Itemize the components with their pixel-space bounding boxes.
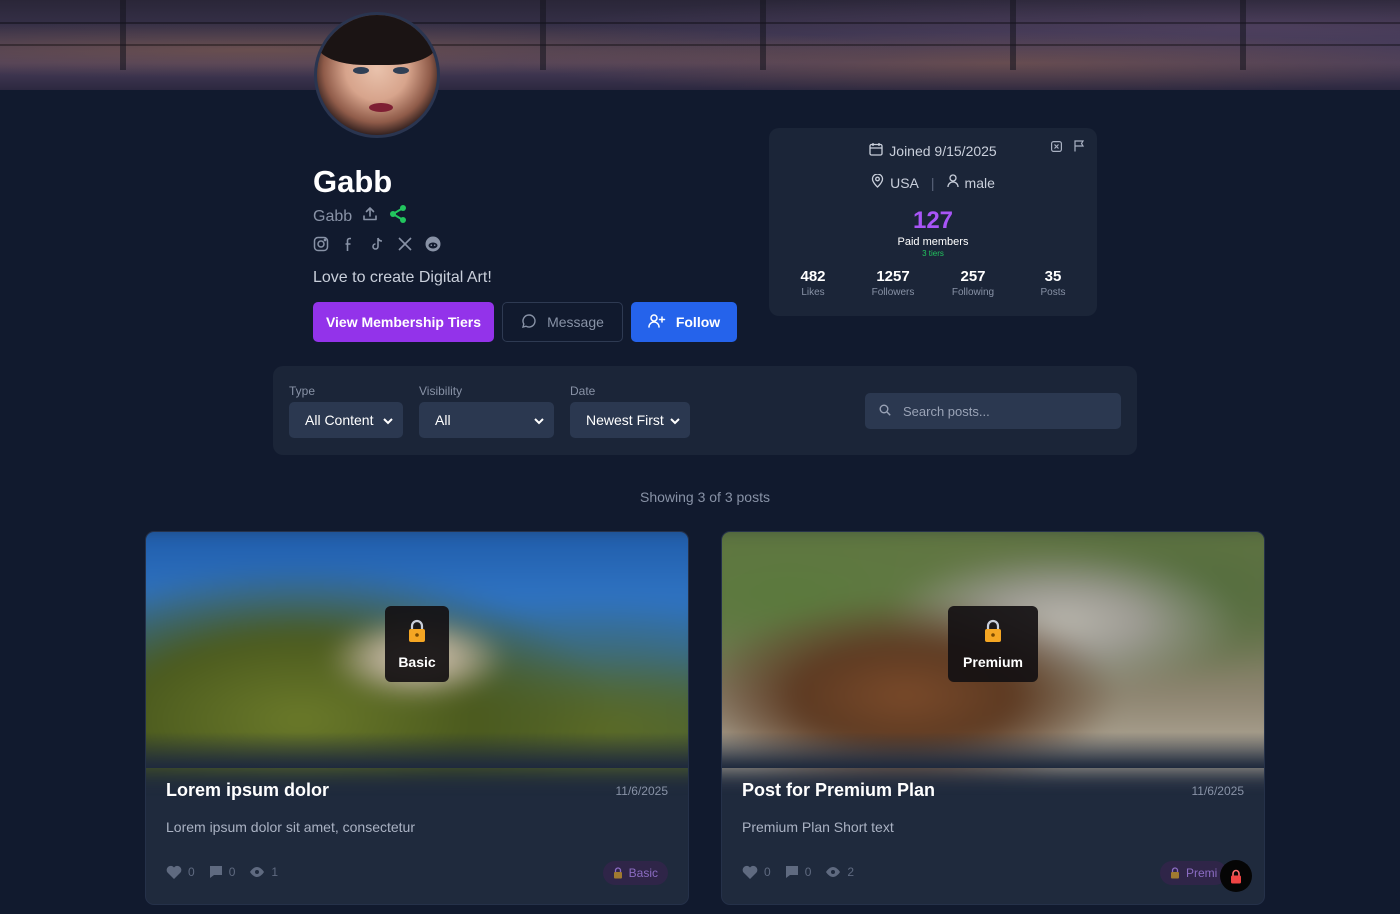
tier-pill-label: Premi: [1186, 866, 1218, 880]
tier-pill: Basic: [602, 861, 668, 885]
search-input[interactable]: Search posts...: [865, 393, 1121, 429]
lock-tier-label: Premium: [963, 653, 1023, 670]
comment-button[interactable]: 0: [209, 865, 236, 879]
avatar[interactable]: [314, 12, 440, 138]
tier-pill: Premi: [1160, 861, 1228, 885]
chevron-down-icon: [383, 412, 393, 428]
locked-badge: Basic: [385, 606, 449, 682]
eye-icon: [826, 867, 841, 877]
view-membership-tiers-button[interactable]: View Membership Tiers: [313, 302, 494, 342]
type-select-value: All Content: [305, 412, 374, 428]
joined-date: Joined 9/15/2025: [889, 142, 997, 159]
floating-lock-button[interactable]: [1220, 860, 1252, 892]
lock-icon: [1231, 869, 1241, 883]
gender: male: [964, 174, 995, 191]
visibility-select-value: All: [435, 412, 451, 428]
location-gender-row: USA | male: [769, 173, 1097, 191]
comment-count: 0: [228, 865, 236, 879]
lock-icon: [1171, 867, 1179, 879]
stat-following[interactable]: 257 Following: [933, 268, 1013, 298]
comment-icon: [209, 866, 222, 878]
like-count: 0: [188, 865, 195, 879]
post-date: 11/6/2025: [615, 784, 669, 798]
message-icon: [521, 313, 537, 332]
lock-icon: [613, 867, 622, 879]
user-plus-icon: [648, 313, 666, 332]
chevron-down-icon: [670, 412, 680, 428]
separator: |: [930, 174, 935, 191]
follow-button-label: Follow: [675, 314, 721, 330]
follow-button[interactable]: Follow: [631, 302, 737, 342]
type-filter-label: Type: [289, 384, 316, 398]
search-icon: [879, 404, 891, 419]
stat-followers[interactable]: 1257 Followers: [853, 268, 933, 298]
like-button[interactable]: 0: [166, 865, 195, 879]
post-title[interactable]: Lorem ipsum dolor: [166, 780, 329, 801]
comment-count: 0: [804, 865, 812, 879]
heart-icon: [166, 865, 182, 879]
joined-row: Joined 9/15/2025: [769, 142, 1097, 159]
post-title[interactable]: Post for Premium Plan: [742, 780, 935, 801]
stat-posts: 35 Posts: [1040, 268, 1066, 298]
date-select[interactable]: Newest First: [570, 402, 690, 438]
date-select-value: Newest First: [586, 412, 664, 428]
message-button-label: Message: [547, 314, 604, 330]
post-card[interactable]: Basic Lorem ipsum dolor 11/6/2025 Lorem …: [145, 531, 689, 905]
stat-likes: 482 Likes: [800, 268, 826, 298]
paid-members-count: 127: [912, 207, 954, 234]
comment-button[interactable]: 0: [785, 865, 812, 879]
search-placeholder: Search posts...: [903, 403, 990, 419]
cover-banner: [0, 0, 1400, 90]
map-pin-icon: [871, 173, 884, 191]
profile-handle: Gabb: [313, 207, 353, 225]
facebook-icon[interactable]: [341, 236, 357, 257]
visibility-select[interactable]: All: [419, 402, 554, 438]
user-icon: [946, 174, 959, 191]
country: USA: [890, 174, 919, 191]
post-meta: 0 0 1: [166, 865, 278, 879]
view-count: 2: [847, 865, 855, 879]
share-icon[interactable]: [388, 204, 408, 229]
like-button[interactable]: 0: [742, 865, 771, 879]
tier-pill-label: Basic: [628, 866, 658, 880]
like-count: 0: [764, 865, 771, 879]
tiktok-icon[interactable]: [369, 236, 385, 257]
lock-tier-label: Basic: [398, 653, 436, 670]
calendar-icon: [869, 142, 883, 159]
profile-stats-card: Joined 9/15/2025 USA | male 127 Paid mem…: [769, 128, 1097, 316]
social-links: [313, 236, 441, 257]
post-excerpt: Lorem ipsum dolor sit amet, consectetur: [166, 819, 415, 835]
post-count-text: Showing 3 of 3 posts: [640, 489, 770, 505]
chevron-down-icon: [534, 412, 544, 428]
paid-members-label: Paid members: [897, 236, 969, 248]
post-excerpt: Premium Plan Short text: [742, 819, 894, 835]
lock-icon: [983, 619, 1003, 646]
post-date: 11/6/2025: [1191, 784, 1245, 798]
visibility-filter-label: Visibility: [419, 384, 463, 398]
type-select[interactable]: All Content: [289, 402, 403, 438]
comment-icon: [785, 866, 798, 878]
reddit-icon[interactable]: [425, 236, 441, 257]
lock-icon: [407, 619, 427, 646]
eye-icon: [250, 867, 265, 877]
profile-name: Gabb: [313, 164, 393, 199]
filter-bar: Type All Content Visibility All Date New…: [273, 366, 1137, 455]
upload-icon[interactable]: [362, 206, 378, 227]
heart-icon: [742, 865, 758, 879]
tiers-count-label: 3 tiers: [922, 249, 944, 258]
x-icon[interactable]: [397, 236, 413, 257]
date-filter-label: Date: [570, 384, 596, 398]
post-meta: 0 0 2: [742, 865, 854, 879]
message-button[interactable]: Message: [502, 302, 623, 342]
locked-badge: Premium: [948, 606, 1038, 682]
views: 1: [249, 865, 278, 879]
handle-row: Gabb: [313, 204, 408, 229]
view-count: 1: [271, 865, 279, 879]
profile-bio: Love to create Digital Art!: [313, 269, 492, 286]
post-card[interactable]: Premium Post for Premium Plan 11/6/2025 …: [721, 531, 1265, 905]
tiers-button-label: View Membership Tiers: [325, 314, 482, 330]
views: 2: [825, 865, 854, 879]
instagram-icon[interactable]: [313, 236, 329, 257]
